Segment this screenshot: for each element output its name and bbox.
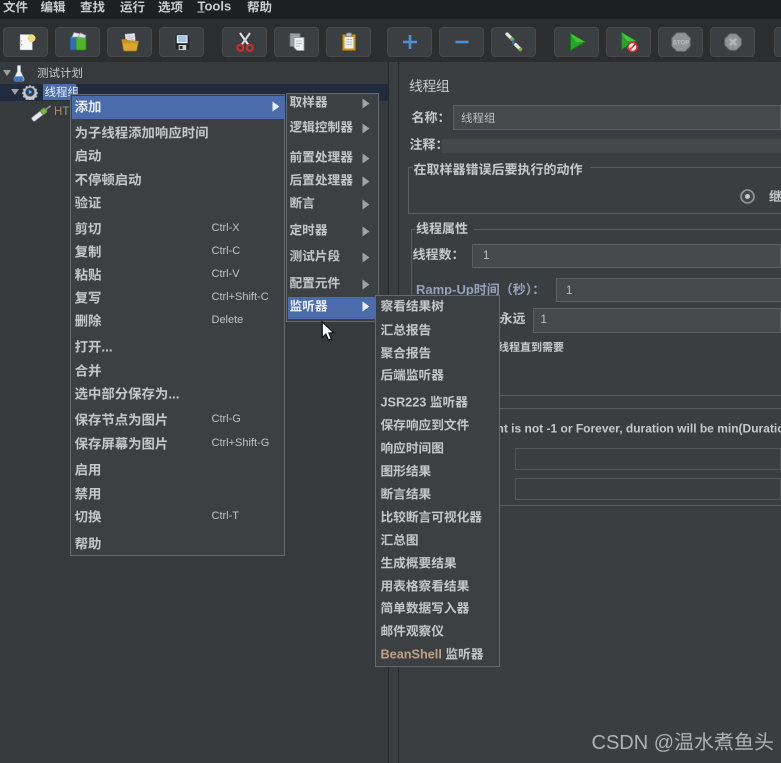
svg-text:STOP: STOP: [672, 40, 688, 46]
